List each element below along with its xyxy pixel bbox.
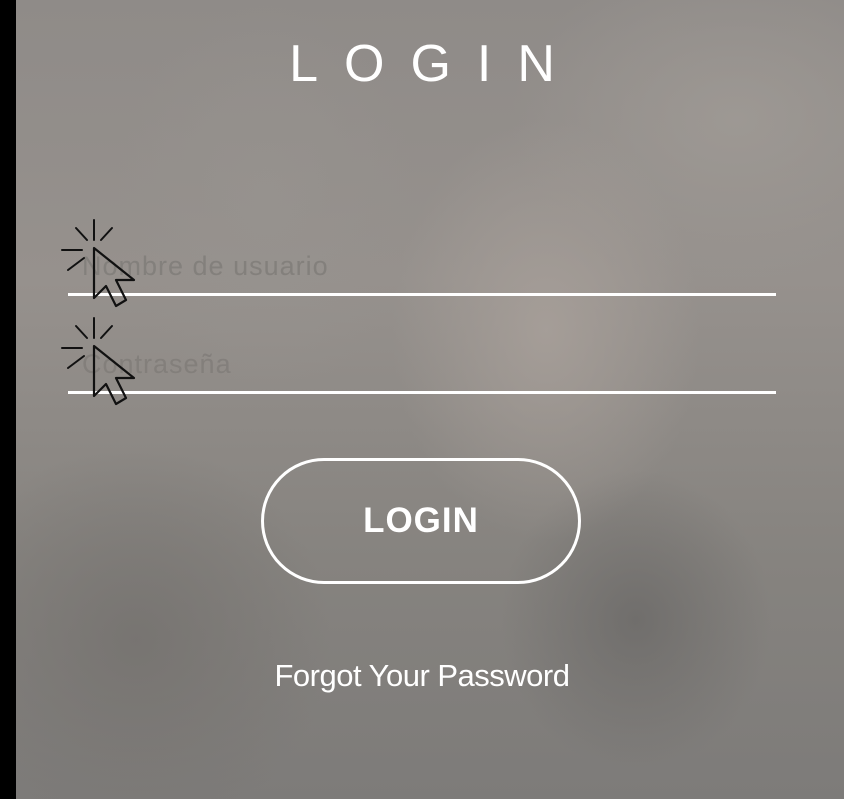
- page-title: LOGIN: [289, 35, 581, 93]
- password-field-group: [61, 317, 776, 406]
- login-screen: LOGIN LOGIN Forgot: [16, 0, 844, 799]
- username-input[interactable]: [68, 240, 776, 296]
- forgot-password-link[interactable]: Forgot Your Password: [16, 658, 828, 694]
- login-button[interactable]: LOGIN: [261, 458, 581, 584]
- username-field-group: [61, 219, 776, 308]
- password-input[interactable]: [68, 338, 776, 394]
